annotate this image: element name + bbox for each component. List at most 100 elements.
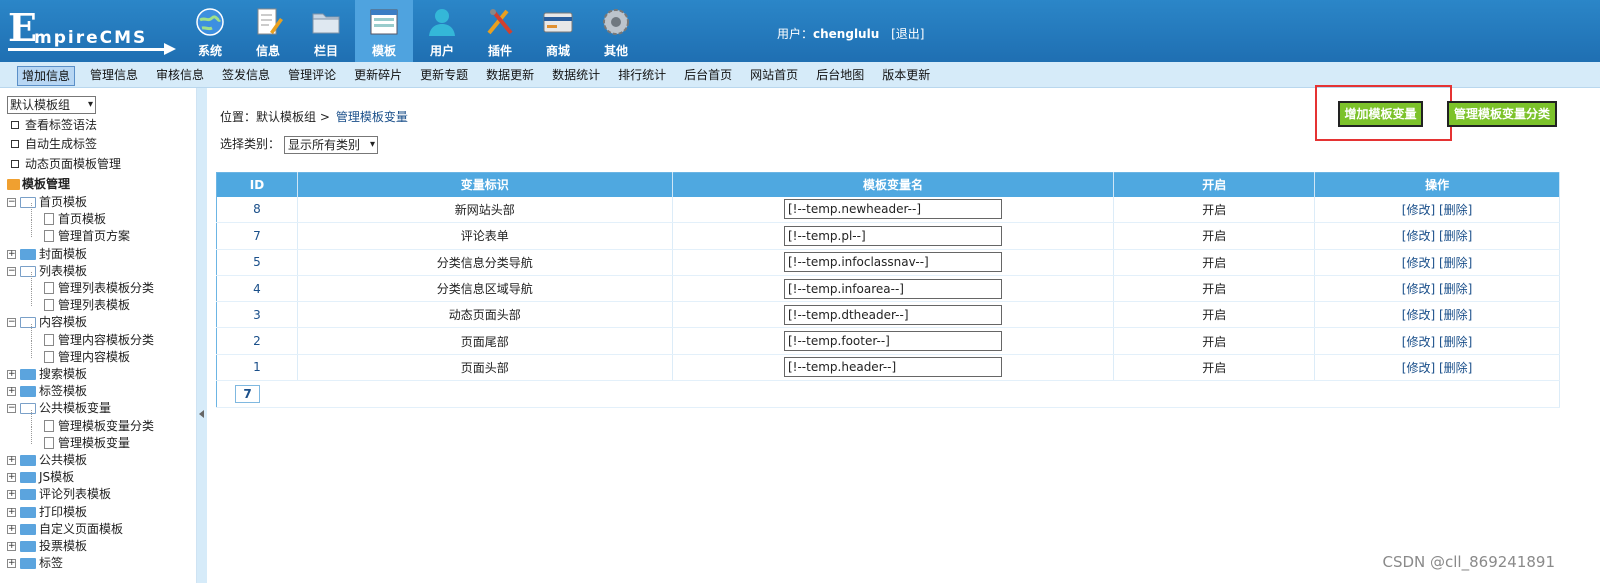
breadcrumb-current[interactable]: 管理模板变量 bbox=[336, 110, 408, 124]
edit-link[interactable]: [修改] bbox=[1402, 282, 1435, 296]
sidebar-link-label: 查看标签语法 bbox=[25, 118, 98, 132]
collapse-icon[interactable]: − bbox=[7, 266, 16, 276]
expand-icon[interactable]: + bbox=[7, 559, 16, 569]
page-count[interactable]: 7 bbox=[235, 385, 260, 404]
page-icon bbox=[44, 350, 54, 363]
logout-link[interactable]: [退出] bbox=[891, 27, 924, 41]
submenu-item[interactable]: 更新碎片 bbox=[351, 66, 405, 86]
submenu-item[interactable]: 管理评论 bbox=[285, 66, 339, 86]
category-filter: 选择类别： 显示所有类别 bbox=[220, 135, 379, 154]
page-icon bbox=[44, 436, 54, 449]
row-ident: 页面头部 bbox=[297, 354, 673, 382]
nav-tab-4[interactable]: 用户 bbox=[413, 0, 471, 62]
var-name-input[interactable]: [!--temp.infoclassnav--] bbox=[783, 252, 1002, 273]
expand-icon[interactable]: + bbox=[7, 249, 16, 259]
expand-icon[interactable]: + bbox=[7, 507, 16, 517]
empirecms-logo[interactable]: E mpireCMS bbox=[8, 6, 176, 55]
expand-icon[interactable]: + bbox=[7, 490, 16, 500]
sidebar-splitter[interactable] bbox=[197, 88, 207, 583]
template-group-select[interactable]: 默认模板组 bbox=[7, 96, 96, 114]
user-icon bbox=[426, 6, 458, 38]
collapse-icon[interactable]: − bbox=[7, 404, 16, 414]
edit-link[interactable]: [修改] bbox=[1402, 256, 1435, 270]
tree-label: 管理列表模板 bbox=[58, 298, 131, 313]
row-var-cell: [!--temp.newheader--] bbox=[672, 196, 1115, 224]
gear-icon bbox=[600, 6, 632, 38]
expand-icon[interactable]: + bbox=[7, 473, 16, 483]
expand-icon[interactable]: + bbox=[7, 456, 16, 465]
add-template-var-button[interactable]: 增加模板变量 bbox=[1338, 101, 1423, 127]
folder-icon bbox=[20, 541, 36, 552]
submenu-item[interactable]: 审核信息 bbox=[153, 66, 207, 86]
expand-icon[interactable]: + bbox=[7, 542, 16, 551]
nav-tab-1[interactable]: 信息 bbox=[239, 0, 297, 62]
delete-link[interactable]: [删除] bbox=[1439, 282, 1472, 296]
nav-tab-0[interactable]: 系统 bbox=[181, 0, 239, 62]
edit-link[interactable]: [修改] bbox=[1402, 229, 1435, 243]
submenu-item[interactable]: 数据更新 bbox=[483, 66, 537, 86]
submenu-item[interactable]: 网站首页 bbox=[747, 66, 801, 86]
nav-tab-2[interactable]: 栏目 bbox=[297, 0, 355, 62]
tree-label: 封面模板 bbox=[39, 246, 88, 261]
nav-tab-3[interactable]: 模板 bbox=[355, 0, 413, 62]
var-name-input[interactable]: [!--temp.infoarea--] bbox=[783, 278, 1002, 299]
sidebar-link-tag-syntax[interactable]: 查看标签语法 bbox=[11, 117, 97, 133]
tree-line bbox=[31, 323, 32, 341]
expand-icon[interactable]: + bbox=[7, 370, 16, 379]
collapse-icon[interactable]: − bbox=[7, 198, 16, 207]
submenu-item[interactable]: 签发信息 bbox=[219, 66, 273, 86]
submenu-item[interactable]: 数据统计 bbox=[549, 66, 603, 86]
tools-icon bbox=[484, 6, 516, 38]
manage-var-category-button[interactable]: 管理模板变量分类 bbox=[1447, 101, 1557, 127]
sidebar-link-auto-tag[interactable]: 自动生成标签 bbox=[11, 136, 97, 152]
table-row: 4 分类信息区域导航 [!--temp.infoarea--] 开启 [修改] [删除] bbox=[216, 275, 1560, 303]
edit-link[interactable]: [修改] bbox=[1402, 203, 1435, 217]
row-var-cell: [!--temp.pl--] bbox=[672, 222, 1115, 250]
submenu-item[interactable]: 排行统计 bbox=[615, 66, 669, 86]
submenu-item[interactable]: 版本更新 bbox=[879, 66, 933, 86]
var-name-input[interactable]: [!--temp.footer--] bbox=[783, 331, 1002, 352]
nav-tab-6[interactable]: 商城 bbox=[529, 0, 587, 62]
submenu-item[interactable]: 后台地图 bbox=[813, 66, 867, 86]
submenu-item[interactable]: 管理信息 bbox=[87, 66, 141, 86]
nav-tab-7[interactable]: 其他 bbox=[587, 0, 645, 62]
sidebar-link-label: 自动生成标签 bbox=[25, 137, 98, 151]
sidebar-link-dynamic-page[interactable]: 动态页面模板管理 bbox=[11, 156, 121, 172]
folder-icon bbox=[20, 472, 36, 484]
nav-tab-5[interactable]: 插件 bbox=[471, 0, 529, 62]
tree-label: 评论列表模板 bbox=[39, 487, 112, 502]
collapse-icon[interactable]: − bbox=[7, 318, 16, 328]
delete-link[interactable]: [删除] bbox=[1439, 308, 1472, 322]
tree-label: 管理首页方案 bbox=[58, 229, 131, 244]
delete-link[interactable]: [删除] bbox=[1439, 335, 1472, 349]
edit-link[interactable]: [修改] bbox=[1402, 361, 1435, 375]
nav-tab-label: 栏目 bbox=[313, 44, 338, 58]
tree-label: 标签模板 bbox=[39, 384, 88, 399]
row-id: 2 bbox=[216, 327, 298, 355]
edit-link[interactable]: [修改] bbox=[1402, 335, 1435, 349]
delete-link[interactable]: [删除] bbox=[1439, 203, 1472, 217]
expand-icon[interactable]: + bbox=[7, 387, 16, 397]
delete-link[interactable]: [删除] bbox=[1439, 361, 1472, 375]
row-var-cell: [!--temp.footer--] bbox=[672, 327, 1115, 355]
delete-link[interactable]: [删除] bbox=[1439, 229, 1472, 243]
var-name-input[interactable]: [!--temp.newheader--] bbox=[783, 199, 1002, 220]
delete-link[interactable]: [删除] bbox=[1439, 256, 1472, 270]
var-name-input[interactable]: [!--temp.header--] bbox=[783, 357, 1002, 378]
submenu-item[interactable]: 后台首页 bbox=[681, 66, 735, 86]
breadcrumb-prefix: 位置：默认模板组 > bbox=[220, 110, 330, 124]
edit-link[interactable]: [修改] bbox=[1402, 308, 1435, 322]
row-ident: 动态页面头部 bbox=[297, 301, 673, 329]
var-name-input[interactable]: [!--temp.dtheader--] bbox=[783, 304, 1002, 325]
row-enabled: 开启 bbox=[1113, 249, 1316, 276]
expand-icon[interactable]: + bbox=[7, 524, 16, 534]
submenu-item[interactable]: 增加信息 bbox=[17, 66, 76, 86]
row-enabled: 开启 bbox=[1113, 222, 1316, 250]
var-name-input[interactable]: [!--temp.pl--] bbox=[783, 225, 1002, 246]
template-var-table: ID 变量标识 模板变量名 开启 操作 8 新网站头部 [!--temp.newheader… bbox=[216, 172, 1560, 409]
table-header: ID 变量标识 模板变量名 开启 操作 bbox=[216, 172, 1560, 197]
user-label: 用户： bbox=[777, 27, 814, 41]
row-var-cell: [!--temp.infoclassnav--] bbox=[672, 249, 1115, 276]
category-select[interactable]: 显示所有类别 bbox=[284, 135, 379, 154]
submenu-item[interactable]: 更新专题 bbox=[417, 66, 471, 86]
